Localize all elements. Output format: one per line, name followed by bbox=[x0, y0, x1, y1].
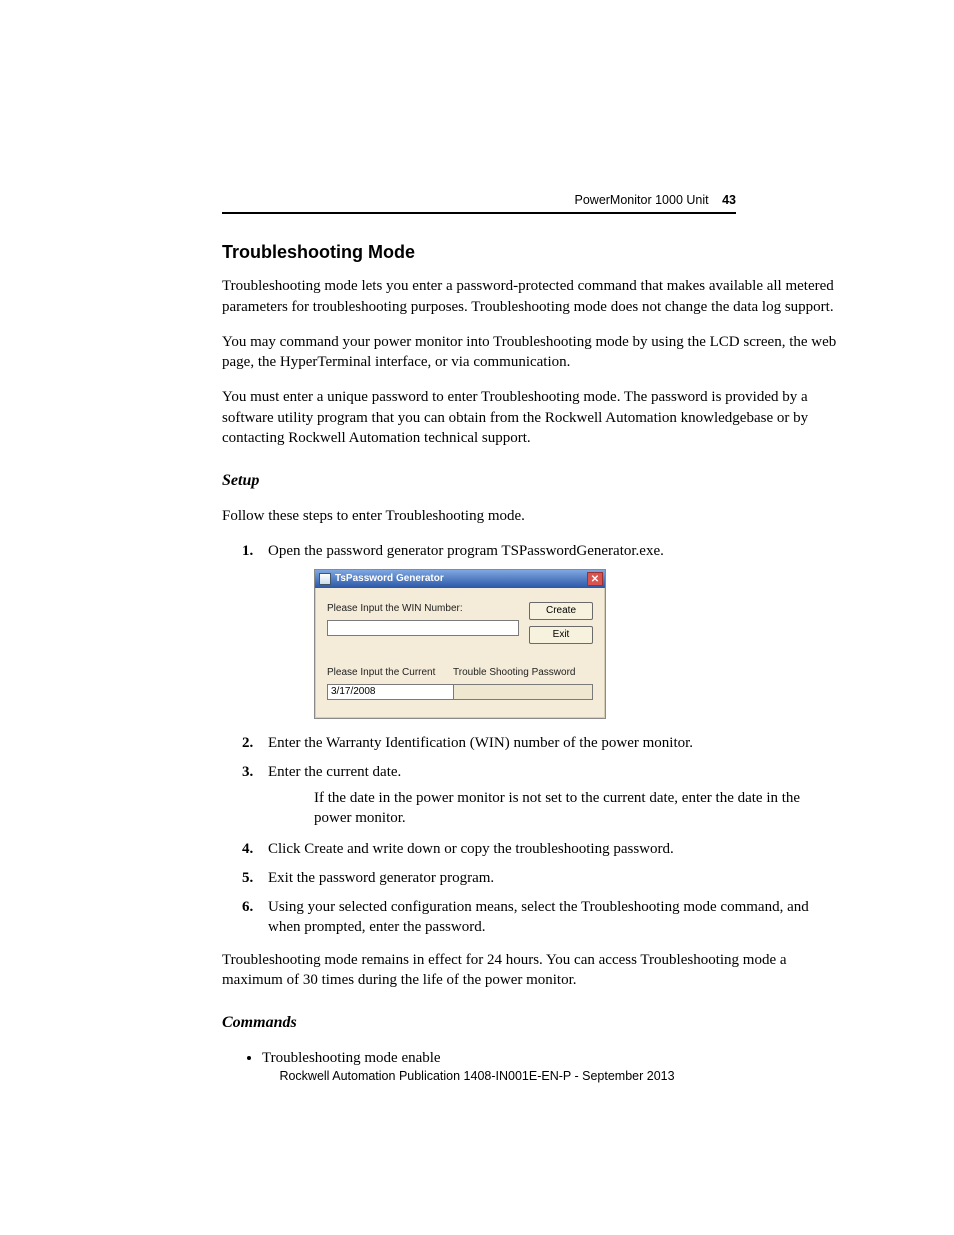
dialog-titlebar: TsPassword Generator ✕ bbox=[315, 570, 605, 588]
step-item: 5. Exit the password generator program. bbox=[222, 868, 839, 888]
commands-subheading: Commands bbox=[222, 1012, 839, 1034]
commands-list: Troubleshooting mode enable bbox=[262, 1048, 839, 1068]
ts-password-generator-dialog: TsPassword Generator ✕ Please Input the … bbox=[314, 569, 606, 719]
setup-steps: 1. Open the password generator program T… bbox=[222, 541, 839, 938]
running-header: PowerMonitor 1000 Unit 43 bbox=[575, 192, 737, 209]
step-text: Enter the Warranty Identification (WIN) … bbox=[268, 735, 693, 751]
setup-intro: Follow these steps to enter Troubleshoot… bbox=[222, 506, 839, 526]
step-text: Click Create and write down or copy the … bbox=[268, 841, 674, 857]
paragraph: You must enter a unique password to ente… bbox=[222, 387, 839, 448]
step-text: Exit the password generator program. bbox=[268, 870, 494, 886]
list-item: Troubleshooting mode enable bbox=[262, 1048, 839, 1068]
exit-button[interactable]: Exit bbox=[529, 626, 593, 644]
dialog-title-text: TsPassword Generator bbox=[335, 572, 444, 586]
win-number-input[interactable] bbox=[327, 620, 519, 636]
step-number: 4. bbox=[242, 839, 253, 859]
step-item: 1. Open the password generator program T… bbox=[222, 541, 839, 719]
step-number: 1. bbox=[242, 541, 253, 561]
current-date-label: Please Input the Current bbox=[327, 666, 439, 680]
step-number: 5. bbox=[242, 868, 253, 888]
page-number: 43 bbox=[722, 193, 736, 207]
page-footer: Rockwell Automation Publication 1408-IN0… bbox=[0, 1068, 954, 1085]
create-button[interactable]: Create bbox=[529, 602, 593, 620]
paragraph: Troubleshooting mode remains in effect f… bbox=[222, 950, 839, 991]
step-number: 3. bbox=[242, 762, 253, 782]
content-area: Troubleshooting Mode Troubleshooting mod… bbox=[222, 240, 839, 1068]
dialog-row-win: Please Input the WIN Number: Create Exit bbox=[327, 602, 593, 644]
troubleshooting-password-label: Trouble Shooting Password bbox=[453, 666, 593, 680]
step-text: Open the password generator program TSPa… bbox=[268, 543, 664, 559]
step-subtext: If the date in the power monitor is not … bbox=[268, 788, 839, 829]
current-date-picker[interactable]: ▼ bbox=[327, 684, 427, 700]
close-icon[interactable]: ✕ bbox=[587, 572, 603, 586]
step-number: 2. bbox=[242, 733, 253, 753]
troubleshooting-password-output[interactable] bbox=[453, 684, 593, 700]
header-rule bbox=[222, 212, 736, 214]
step-item: 2. Enter the Warranty Identification (WI… bbox=[222, 733, 839, 753]
win-number-label: Please Input the WIN Number: bbox=[327, 602, 519, 616]
dialog-row-date: Please Input the Current ▼ Trouble Shoot… bbox=[327, 666, 593, 700]
section-heading: Troubleshooting Mode bbox=[222, 240, 839, 264]
setup-subheading: Setup bbox=[222, 470, 839, 492]
paragraph: You may command your power monitor into … bbox=[222, 332, 839, 373]
step-item: 4. Click Create and write down or copy t… bbox=[222, 839, 839, 859]
dialog-body: Please Input the WIN Number: Create Exit… bbox=[315, 588, 605, 718]
paragraph: Troubleshooting mode lets you enter a pa… bbox=[222, 276, 839, 317]
step-text: Using your selected configuration means,… bbox=[268, 899, 809, 935]
step-number: 6. bbox=[242, 897, 253, 917]
app-icon bbox=[319, 573, 331, 585]
step-item: 6. Using your selected configuration mea… bbox=[222, 897, 839, 938]
step-item: 3. Enter the current date. If the date i… bbox=[222, 762, 839, 829]
current-date-input[interactable] bbox=[327, 684, 467, 700]
running-header-text: PowerMonitor 1000 Unit bbox=[575, 193, 709, 207]
step-text: Enter the current date. bbox=[268, 764, 401, 780]
page: PowerMonitor 1000 Unit 43 Troubleshootin… bbox=[0, 0, 954, 1235]
